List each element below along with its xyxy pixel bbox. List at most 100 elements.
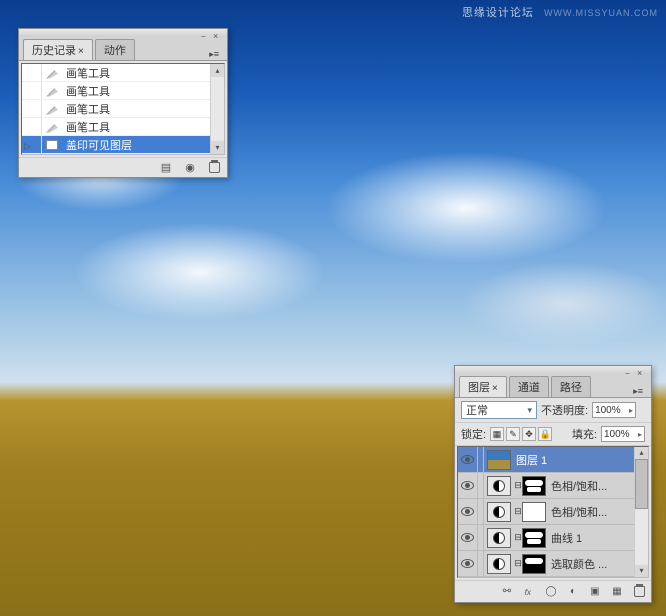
history-item-label: 画笔工具 (62, 119, 224, 135)
link-icon[interactable]: ⊟ (514, 558, 522, 569)
new-doc-icon[interactable]: ▤ (159, 161, 173, 175)
brush-icon (44, 101, 60, 117)
history-titlebar[interactable] (19, 29, 227, 37)
fill-input[interactable]: 100% ▸ (601, 426, 645, 442)
flyout-icon[interactable]: ▸ (638, 430, 642, 439)
scroll-up-icon[interactable]: ▴ (635, 447, 648, 459)
link-icon[interactable]: ⊟ (514, 480, 522, 491)
minimize-icon[interactable] (201, 30, 211, 36)
layer-row[interactable]: ⊟ 色相/饱和... (458, 499, 648, 525)
close-icon[interactable] (637, 367, 647, 373)
tab-layers[interactable]: 图层× (459, 376, 507, 397)
scroll-up-icon[interactable]: ▴ (211, 64, 224, 77)
lock-buttons: ▦ ✎ ✥ 🔒 (490, 427, 552, 441)
opacity-input[interactable]: 100% ▸ (592, 402, 636, 418)
layer-mask[interactable] (522, 554, 546, 574)
scroll-down-icon[interactable]: ▾ (635, 565, 648, 577)
tab-close-x[interactable]: × (78, 46, 84, 57)
link-layers-icon[interactable]: ⚯ (499, 584, 515, 600)
svg-text:fx: fx (524, 588, 531, 597)
history-item[interactable]: 画笔工具 (22, 82, 224, 100)
visibility-toggle[interactable] (458, 499, 478, 524)
layer-mask[interactable] (522, 476, 546, 496)
history-scrollbar[interactable]: ▴ ▾ (210, 64, 224, 154)
tab-close-x[interactable]: × (492, 383, 498, 394)
adjustment-layer-icon[interactable]: ◐ (565, 584, 581, 600)
tab-paths-label: 路径 (560, 382, 582, 394)
layer-row[interactable]: ⊟ 曲线 1 (458, 525, 648, 551)
history-item[interactable]: 画笔工具 (22, 64, 224, 82)
adjustment-icon (493, 480, 505, 492)
tab-layers-label: 图层 (468, 382, 490, 394)
history-item[interactable]: 画笔工具 (22, 118, 224, 136)
eye-icon (461, 481, 474, 490)
fx-icon[interactable]: fx (521, 584, 537, 600)
adjustment-thumbnail[interactable] (487, 554, 511, 574)
tab-channels[interactable]: 通道 (509, 376, 549, 397)
history-item[interactable]: 画笔工具 (22, 100, 224, 118)
history-gutter (24, 64, 42, 81)
link-icon[interactable]: ⊟ (514, 506, 522, 517)
blend-opacity-row: 正常 ▾ 不透明度: 100% ▸ (455, 398, 651, 423)
history-footer: ▤ ◉ (19, 157, 227, 177)
history-pointer-icon: ▷ (24, 141, 31, 152)
adjustment-thumbnail[interactable] (487, 502, 511, 522)
flyout-icon[interactable]: ▸ (629, 406, 633, 415)
tab-history[interactable]: 历史记录× (23, 39, 93, 60)
history-gutter (24, 82, 42, 99)
visibility-toggle[interactable] (458, 447, 478, 472)
visibility-toggle[interactable] (458, 473, 478, 498)
layer-mask[interactable] (522, 528, 546, 548)
layer-name[interactable]: 图层 1 (514, 452, 648, 468)
history-item-label: 画笔工具 (62, 65, 224, 81)
adjustment-icon (493, 532, 505, 544)
blend-mode-label: 正常 (466, 402, 488, 418)
visibility-toggle[interactable] (458, 551, 478, 576)
layers-tabs: 图层× 通道 路径 (455, 374, 651, 398)
panel-menu-icon[interactable] (629, 385, 647, 397)
close-icon[interactable] (213, 30, 223, 36)
tab-paths[interactable]: 路径 (551, 376, 591, 397)
trash-icon[interactable] (207, 161, 221, 175)
history-item[interactable]: ▷ 盖印可见图层 (22, 136, 224, 154)
history-gutter (24, 100, 42, 117)
scroll-down-icon[interactable]: ▾ (211, 141, 224, 154)
layer-row[interactable]: ⊟ 选取颜色 ... (458, 551, 648, 577)
layer-thumbnail[interactable] (487, 450, 511, 470)
history-tabs: 历史记录× 动作 (19, 37, 227, 61)
lock-all-icon[interactable]: 🔒 (538, 427, 552, 441)
snapshot-icon[interactable]: ◉ (183, 161, 197, 175)
brush-icon (44, 65, 60, 81)
link-col (478, 525, 484, 550)
fill-label: 填充: (572, 426, 597, 442)
link-icon[interactable]: ⊟ (514, 532, 522, 543)
adjustment-thumbnail[interactable] (487, 476, 511, 496)
opacity-label: 不透明度: (541, 402, 588, 418)
visibility-toggle[interactable] (458, 525, 478, 550)
layer-mask[interactable] (522, 502, 546, 522)
layers-titlebar[interactable] (455, 366, 651, 374)
adjustment-icon (493, 558, 505, 570)
lock-transparent-icon[interactable]: ▦ (490, 427, 504, 441)
layer-row[interactable]: 图层 1 (458, 447, 648, 473)
layer-row[interactable]: ⊟ 色相/饱和... (458, 473, 648, 499)
eye-icon (461, 455, 474, 464)
blend-mode-select[interactable]: 正常 ▾ (461, 401, 537, 419)
history-gutter (24, 118, 42, 135)
new-layer-icon[interactable]: ▦ (609, 584, 625, 600)
minimize-icon[interactable] (625, 367, 635, 373)
tab-actions[interactable]: 动作 (95, 39, 135, 60)
lock-position-icon[interactable]: ✥ (522, 427, 536, 441)
trash-icon[interactable] (631, 584, 647, 600)
layers-scrollbar[interactable]: ▴ ▾ (634, 447, 648, 577)
lock-pixels-icon[interactable]: ✎ (506, 427, 520, 441)
lock-label: 锁定: (461, 426, 486, 442)
adjustment-thumbnail[interactable] (487, 528, 511, 548)
panel-menu-icon[interactable] (205, 48, 223, 60)
add-mask-icon[interactable]: ◯ (543, 584, 559, 600)
scroll-thumb[interactable] (635, 459, 648, 509)
tab-history-label: 历史记录 (32, 45, 76, 57)
tab-channels-label: 通道 (518, 382, 540, 394)
new-group-icon[interactable]: ▣ (587, 584, 603, 600)
history-item-label: 盖印可见图层 (62, 137, 224, 153)
